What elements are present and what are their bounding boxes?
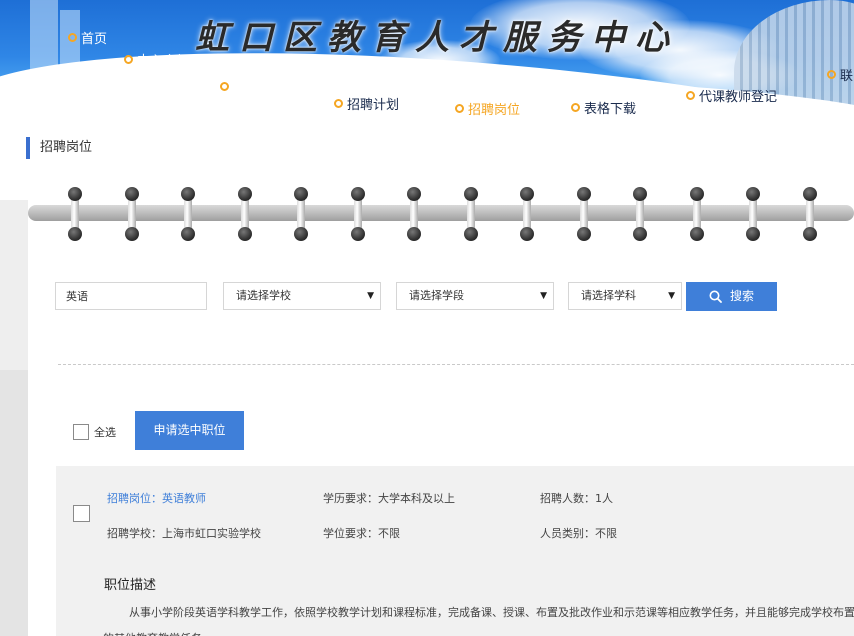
select-all-label: 全选	[94, 426, 116, 439]
nav-jobs[interactable]: 招聘岗位	[455, 99, 520, 118]
site-title: 虹口区教育人才服务中心	[195, 18, 679, 58]
spiral-ring	[520, 187, 534, 241]
spiral-ring	[294, 187, 308, 241]
apply-selected-button[interactable]: 申请选中职位	[135, 411, 244, 450]
job-degree: 学位要求：不限	[323, 527, 400, 540]
nav-bullet-icon	[334, 99, 343, 108]
job-position-link[interactable]: 招聘岗位：英语教师	[107, 490, 206, 506]
spiral-ring	[181, 187, 195, 241]
job-headcount: 招聘人数：1人	[540, 492, 613, 505]
job-category: 人员类别：不限	[540, 527, 617, 540]
job-description-body: 从事小学阶段英语学科教学工作，依照学校教学计划和课程标准，完成备课、授课、布置及…	[103, 606, 854, 636]
nav-about[interactable]: 中心介绍	[124, 50, 189, 69]
nav-bullet-icon	[827, 70, 836, 79]
search-button[interactable]: 搜索	[686, 282, 777, 311]
spiral-ring	[350, 187, 365, 241]
stage-select[interactable]: 请选择学段 ▼	[396, 282, 554, 310]
page-title: 招聘岗位	[26, 137, 92, 159]
page: 虹口区教育人才服务中心 首页 中心介绍 招聘政策 招聘计划 招聘岗位 表格下载 …	[0, 0, 854, 636]
dropdown-arrow-icon: ▼	[367, 291, 374, 301]
nav-bullet-icon	[124, 55, 133, 64]
nav-bullet-icon	[571, 103, 580, 112]
nav-plan[interactable]: 招聘计划	[334, 94, 399, 113]
spiral-ring	[689, 187, 704, 241]
spiral-ring	[237, 187, 252, 241]
side-gutter	[0, 370, 28, 636]
job-checkbox[interactable]	[73, 505, 90, 522]
job-description-title: 职位描述	[104, 578, 157, 593]
nav-policy[interactable]: 招聘政策	[220, 77, 285, 96]
spiral-ring	[68, 187, 82, 241]
spiral-ring	[633, 187, 647, 241]
dropdown-arrow-icon: ▼	[668, 291, 675, 301]
nav-contact[interactable]: 联	[827, 65, 853, 84]
nav-bullet-icon	[68, 33, 77, 42]
job-education: 学历要求：大学本科及以上	[323, 492, 455, 505]
spiral-ring	[124, 187, 139, 241]
skyline-building	[30, 0, 58, 70]
job-school: 招聘学校：上海市虹口实验学校	[107, 527, 261, 540]
divider	[58, 364, 854, 365]
nav-downloads[interactable]: 表格下载	[571, 98, 636, 117]
nav-home[interactable]: 首页	[68, 28, 107, 47]
subject-select[interactable]: 请选择学科 ▼	[568, 282, 682, 310]
spiral-ring	[407, 187, 421, 241]
spiral-ring	[746, 187, 760, 241]
keyword-input[interactable]	[55, 282, 207, 310]
select-all-checkbox[interactable]	[73, 424, 89, 440]
search-icon	[709, 290, 722, 303]
nav-bullet-icon	[686, 91, 695, 100]
spiral-ring	[463, 187, 478, 241]
nav-bullet-icon	[455, 104, 464, 113]
spiral-ring	[802, 187, 817, 241]
dropdown-arrow-icon: ▼	[540, 291, 547, 301]
nav-substitute-teacher[interactable]: 代课教师登记	[686, 86, 777, 105]
nav-bullet-icon	[220, 82, 229, 91]
school-select[interactable]: 请选择学校 ▼	[223, 282, 381, 310]
spiral-ring	[576, 187, 591, 241]
spiral-binding-bar	[28, 205, 854, 221]
